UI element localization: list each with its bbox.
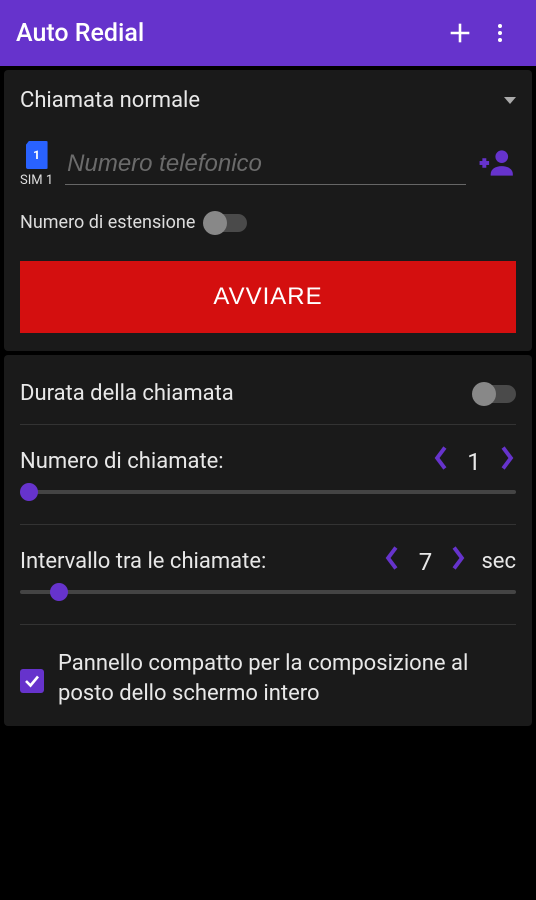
divider xyxy=(20,624,516,625)
menu-button[interactable] xyxy=(480,13,520,53)
add-contact-button[interactable] xyxy=(478,144,516,186)
toggle-knob xyxy=(203,211,227,235)
interval-slider-row xyxy=(20,590,516,594)
chevron-left-icon xyxy=(383,545,401,571)
extension-row: Numero di estensione xyxy=(20,212,516,233)
compact-panel-checkbox[interactable] xyxy=(20,669,44,693)
chevron-right-icon xyxy=(498,445,516,471)
sim-icon: 1 xyxy=(26,141,48,169)
start-button[interactable]: AVVIARE xyxy=(20,261,516,333)
extension-toggle[interactable] xyxy=(205,214,247,232)
app-header: Auto Redial xyxy=(0,0,536,66)
interval-slider[interactable] xyxy=(20,590,516,594)
call-duration-toggle[interactable] xyxy=(474,385,516,403)
interval-unit: sec xyxy=(481,549,516,574)
chevron-down-icon xyxy=(504,97,516,104)
interval-stepper: 7 xyxy=(383,545,467,578)
sim-selector[interactable]: 1 SIM 1 xyxy=(20,141,53,188)
interval-decrease[interactable] xyxy=(383,545,401,578)
toggle-knob xyxy=(472,382,496,406)
interval-value: 7 xyxy=(415,548,435,576)
divider xyxy=(20,424,516,425)
chevron-right-icon xyxy=(449,545,467,571)
app-title: Auto Redial xyxy=(16,19,440,48)
chevron-left-icon xyxy=(432,445,450,471)
call-duration-label: Durata della chiamata xyxy=(20,381,234,406)
extension-label: Numero di estensione xyxy=(20,212,195,233)
divider xyxy=(20,524,516,525)
interval-label: Intervallo tra le chiamate: xyxy=(20,549,383,574)
compact-panel-label: Pannello compatto per la composizione al… xyxy=(58,649,516,708)
settings-card: Durata della chiamata Numero di chiamate… xyxy=(4,355,532,726)
phone-number-input[interactable] xyxy=(65,144,466,185)
slider-thumb xyxy=(50,583,68,601)
phone-input-row: 1 SIM 1 xyxy=(20,141,516,188)
kebab-icon xyxy=(488,21,512,45)
num-calls-decrease[interactable] xyxy=(432,445,450,478)
check-icon xyxy=(23,672,41,690)
num-calls-row: Numero di chiamate: 1 xyxy=(20,445,516,478)
slider-thumb xyxy=(20,483,38,501)
num-calls-slider-row xyxy=(20,490,516,494)
interval-increase[interactable] xyxy=(449,545,467,578)
num-calls-value: 1 xyxy=(464,448,484,476)
person-add-icon xyxy=(478,144,516,182)
num-calls-stepper: 1 xyxy=(432,445,516,478)
add-button[interactable] xyxy=(440,13,480,53)
interval-row: Intervallo tra le chiamate: 7 sec xyxy=(20,545,516,578)
compact-panel-row: Pannello compatto per la composizione al… xyxy=(20,645,516,708)
num-calls-label: Numero di chiamate: xyxy=(20,449,432,474)
call-type-dropdown[interactable]: Chiamata normale xyxy=(20,88,516,113)
num-calls-increase[interactable] xyxy=(498,445,516,478)
plus-icon xyxy=(446,19,474,47)
call-setup-card: Chiamata normale 1 SIM 1 Numero di esten… xyxy=(4,70,532,351)
sim-label: SIM 1 xyxy=(20,173,53,188)
call-type-selected: Chiamata normale xyxy=(20,88,200,113)
num-calls-slider[interactable] xyxy=(20,490,516,494)
call-duration-row: Durata della chiamata xyxy=(20,373,516,424)
